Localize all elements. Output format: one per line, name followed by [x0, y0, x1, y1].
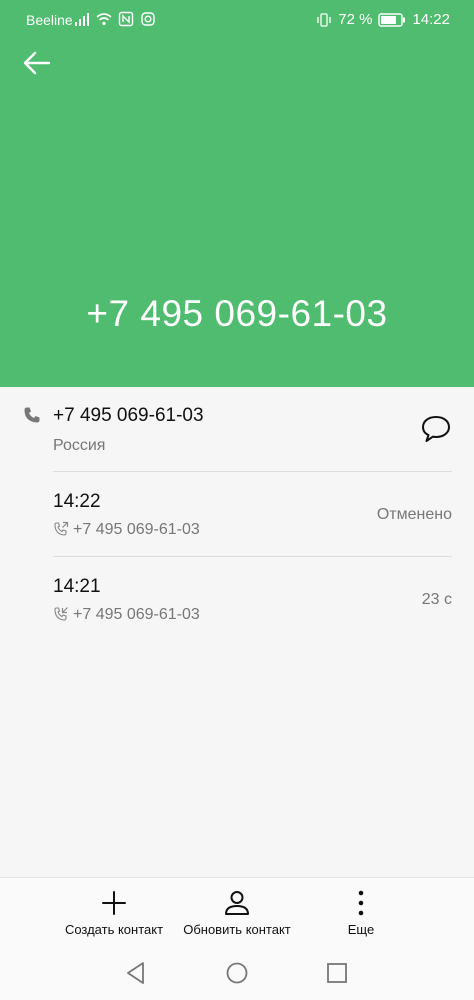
plus-icon	[102, 891, 126, 915]
person-icon	[225, 891, 249, 915]
wifi-icon	[96, 13, 112, 26]
call-number: +7 495 069-61-03	[73, 606, 200, 623]
call-time: 14:21	[53, 576, 101, 597]
status-icons-left	[74, 11, 156, 27]
call-time: 14:22	[53, 491, 101, 512]
create-contact-label: Создать контакт	[64, 922, 164, 937]
contact-region: Россия	[53, 437, 106, 454]
call-number: +7 495 069-61-03	[73, 521, 200, 538]
nav-home-icon[interactable]	[223, 959, 251, 987]
incoming-call-icon	[54, 607, 68, 621]
clock: 14:22	[412, 11, 450, 28]
vibrate-icon	[317, 12, 331, 27]
contact-header: Beeline 72 % 14:22 +7 495 069-61-03	[0, 0, 474, 387]
carrier-label: Beeline	[26, 12, 73, 28]
contact-number: +7 495 069-61-03	[53, 405, 204, 426]
header-phone-number: +7 495 069-61-03	[86, 293, 388, 334]
call-details: +7 495 069-61-03 Россия 14:22 +7 495 069…	[0, 387, 474, 877]
status-bar: Beeline 72 % 14:22	[0, 0, 474, 40]
phone-icon	[24, 407, 40, 423]
instagram-icon	[141, 12, 155, 26]
call-duration: 23 с	[421, 591, 452, 608]
call-log-entry[interactable]: 14:21 +7 495 069-61-03 23 с	[0, 557, 474, 641]
nav-recents-icon[interactable]	[323, 959, 351, 987]
more-vertical-icon	[358, 890, 364, 916]
nav-back-icon[interactable]	[122, 959, 150, 987]
nfc-icon	[118, 11, 134, 27]
phone-number-row[interactable]: +7 495 069-61-03 Россия	[0, 387, 474, 471]
call-log-entry[interactable]: 14:22 +7 495 069-61-03 Отменено	[0, 472, 474, 556]
back-arrow-icon[interactable]	[20, 46, 54, 80]
bottom-action-bar: Создать контакт Обновить контакт Еще	[0, 877, 474, 947]
system-nav-bar	[0, 947, 474, 1000]
status-icons-right: 72 % 14:22	[316, 11, 450, 28]
signal-icon	[75, 13, 89, 26]
create-contact-button[interactable]: Создать контакт	[55, 878, 173, 948]
more-label: Еще	[347, 922, 375, 937]
battery-icon	[378, 12, 406, 27]
chat-bubble-icon[interactable]	[420, 414, 452, 444]
battery-percent: 72 %	[338, 11, 373, 28]
update-contact-button[interactable]: Обновить контакт	[176, 878, 298, 948]
update-contact-label: Обновить контакт	[183, 922, 291, 937]
outgoing-call-icon	[54, 521, 69, 536]
call-status: Отменено	[376, 506, 452, 523]
more-button[interactable]: Еще	[331, 878, 391, 948]
